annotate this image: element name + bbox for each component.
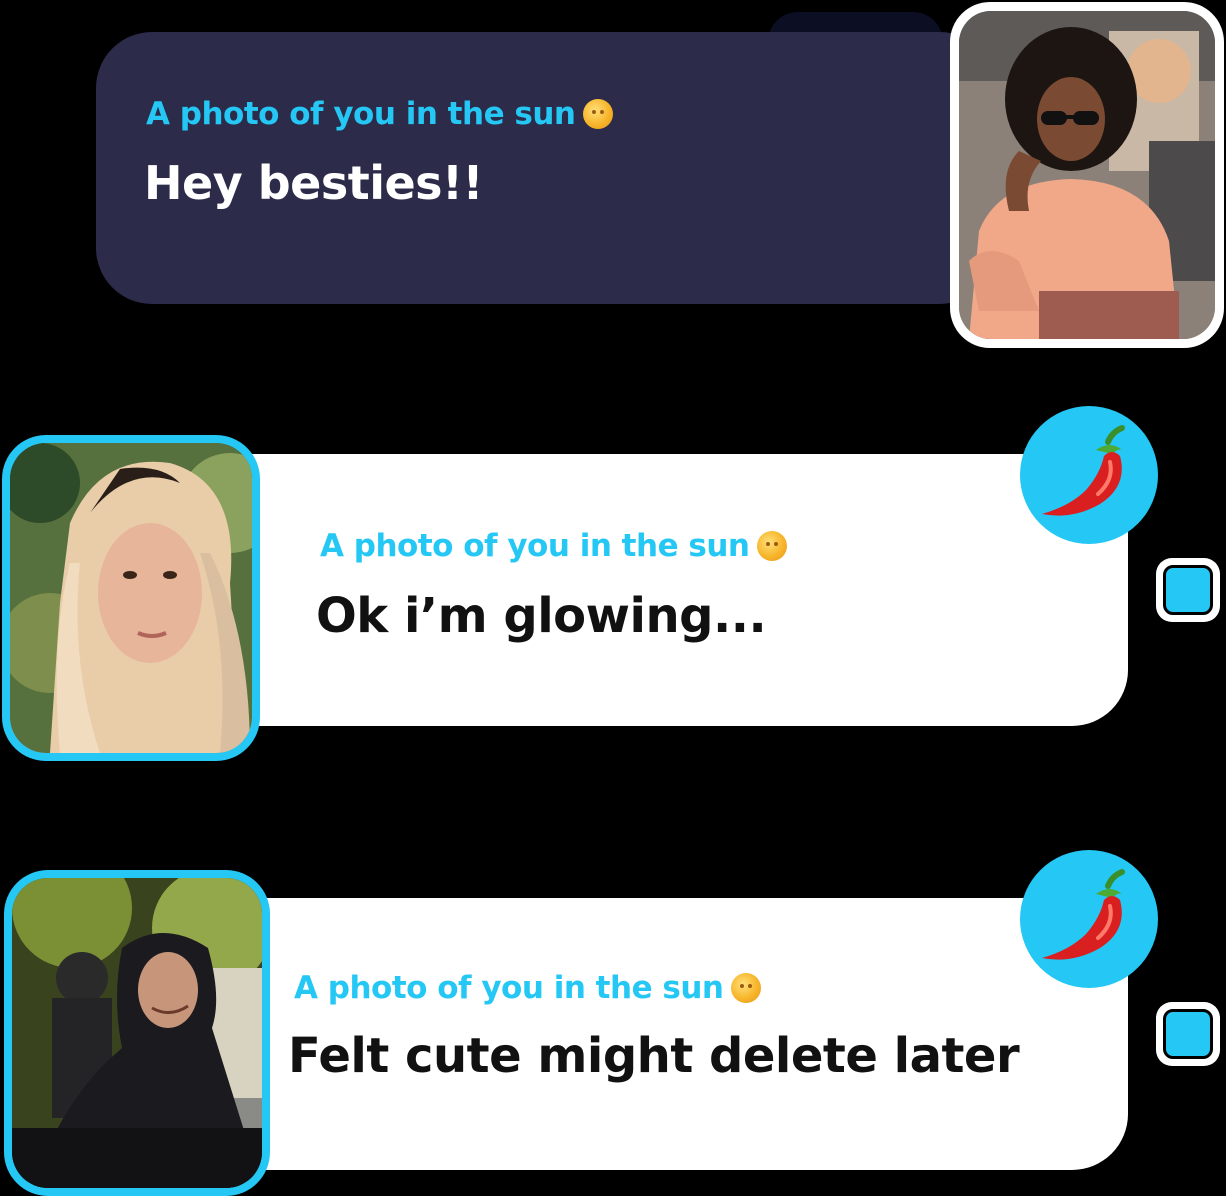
prompt-label: A photo of you in the sun <box>146 96 614 132</box>
prompt-text: A photo of you in the sun <box>294 970 724 1006</box>
message-card-1[interactable]: A photo of you in the sun Hey besties!! <box>96 32 996 304</box>
chili-pepper-icon <box>1042 425 1125 516</box>
prompt-text: A photo of you in the sun <box>146 96 576 132</box>
chat-feed: A photo of you in the sun Hey besties!! <box>0 0 1226 1196</box>
message-text: Ok i’m glowing... <box>316 588 767 644</box>
prompt-text: A photo of you in the sun <box>320 528 750 564</box>
avatar-photo-1[interactable] <box>950 2 1224 348</box>
select-checkbox[interactable] <box>1156 1002 1220 1066</box>
reaction-badge[interactable] <box>1020 850 1158 988</box>
avatar-photo-3[interactable] <box>4 870 270 1196</box>
select-checkbox[interactable] <box>1156 558 1220 622</box>
prompt-label: A photo of you in the sun <box>294 970 762 1006</box>
photo-illustration <box>12 878 262 1188</box>
message-text: Hey besties!! <box>144 156 484 210</box>
chili-pepper-icon <box>1042 869 1125 960</box>
avatar-photo-2[interactable] <box>2 435 260 761</box>
photo-woman-blonde-hair <box>10 443 252 753</box>
message-card-2[interactable]: A photo of you in the sun Ok i’m glowing… <box>188 454 1128 726</box>
prompt-label: A photo of you in the sun <box>320 528 788 564</box>
sun-face-icon <box>583 99 614 129</box>
reaction-badge[interactable] <box>1020 406 1158 544</box>
message-text: Felt cute might delete later <box>288 1028 1020 1084</box>
sun-face-icon <box>757 531 788 561</box>
message-card-3[interactable]: A photo of you in the sun Felt cute migh… <box>188 898 1128 1170</box>
photo-woman-sunglasses <box>959 11 1215 339</box>
checkbox-fill <box>1163 565 1213 615</box>
photo-illustration <box>10 443 252 753</box>
sun-face-icon <box>731 973 762 1003</box>
photo-person-hoodie <box>12 878 262 1188</box>
checkbox-fill <box>1163 1009 1213 1059</box>
photo-illustration <box>959 11 1215 339</box>
